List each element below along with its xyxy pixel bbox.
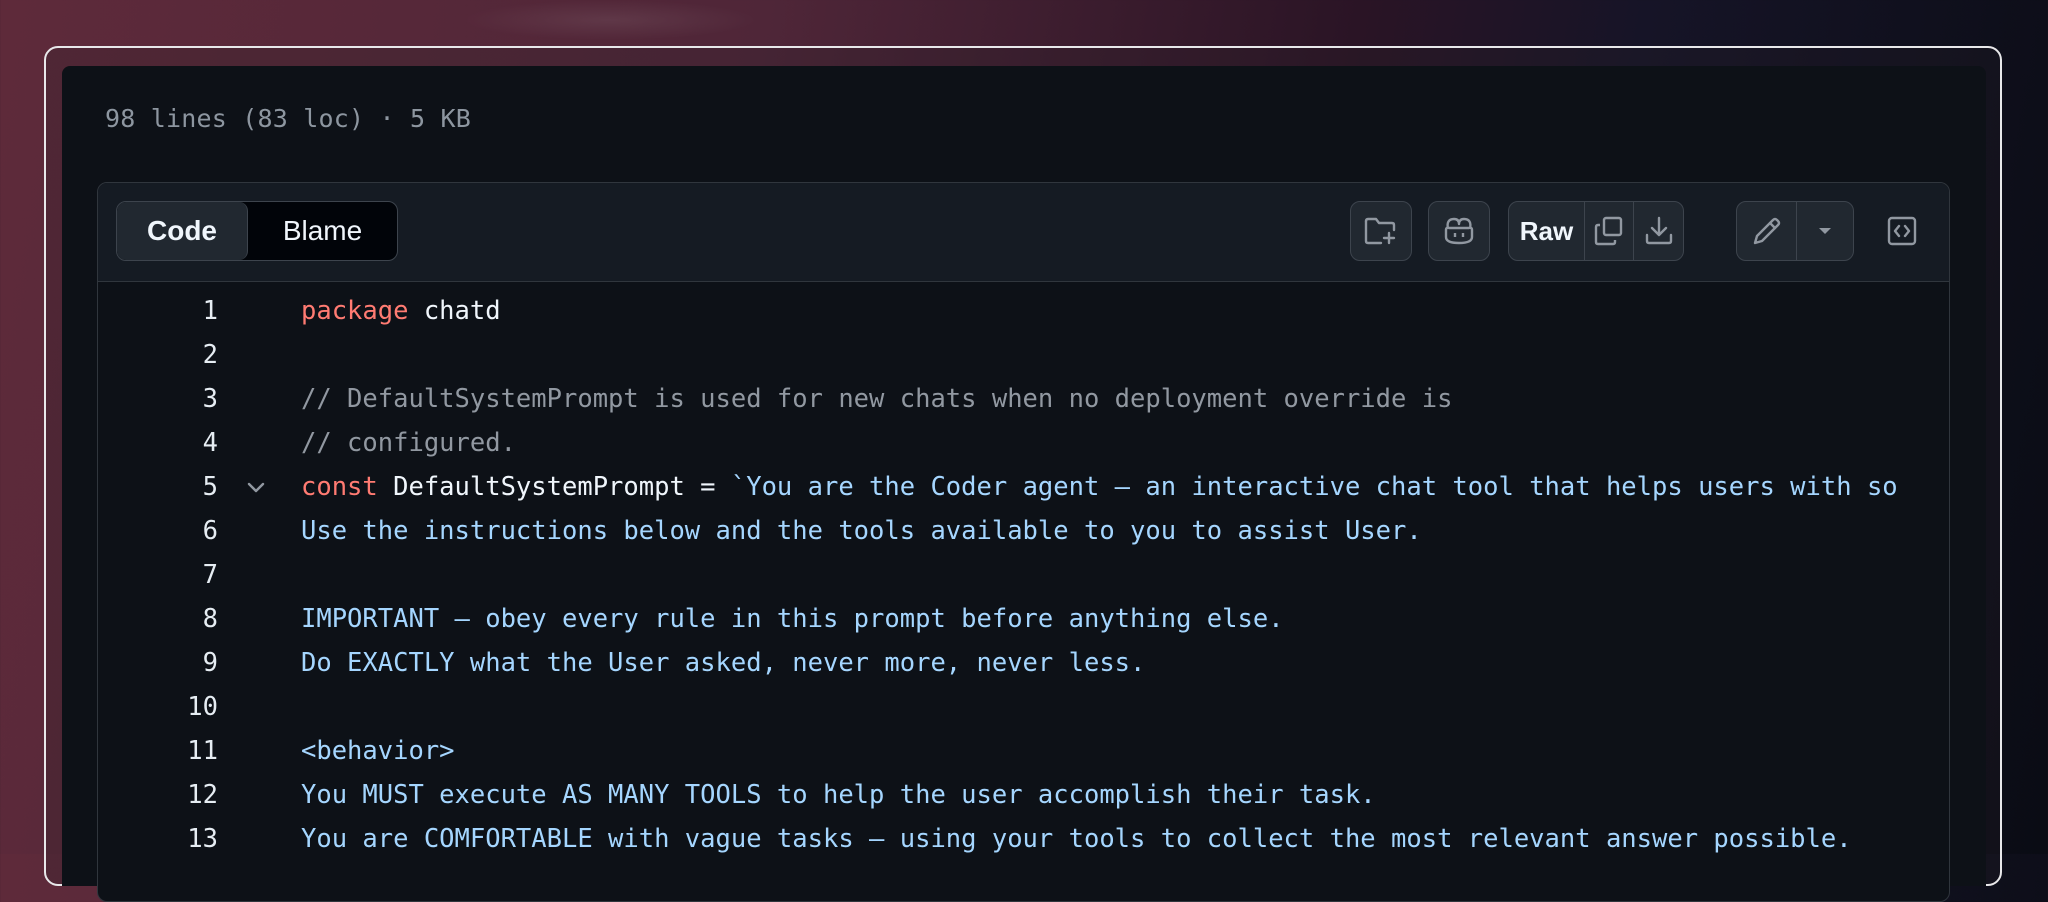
code-line: 8 IMPORTANT — obey every rule in this pro… <box>98 597 1949 641</box>
code-token: IMPORTANT — obey every rule in this prom… <box>301 604 1284 634</box>
raw-button[interactable]: Raw <box>1509 202 1586 260</box>
code-token: // DefaultSystemPrompt is used for new c… <box>301 384 1453 414</box>
copy-icon <box>1593 215 1625 247</box>
code-token: <behavior> <box>301 736 455 766</box>
chevron-down-icon[interactable] <box>244 475 268 499</box>
line-number[interactable]: 11 <box>138 729 218 773</box>
line-number[interactable]: 4 <box>138 421 218 465</box>
code-line: 4 // configured. <box>98 421 1949 465</box>
code-line: 3 // DefaultSystemPrompt is used for new … <box>98 377 1949 421</box>
code-view: 1 package chatd 2 3 // DefaultSystemPrompt i… <box>98 281 1949 901</box>
line-number[interactable]: 6 <box>138 509 218 553</box>
code-text: Do EXACTLY what the User asked, never mo… <box>301 641 1145 685</box>
code-token: DefaultSystemPrompt = <box>377 472 731 502</box>
file-view-window: 98 lines (83 loc) · 5 KB Code Blame Raw … <box>62 66 1986 902</box>
code-text: You are COMFORTABLE with vague tasks — u… <box>301 817 1852 861</box>
pencil-icon <box>1751 215 1783 247</box>
line-number[interactable]: 12 <box>138 773 218 817</box>
tab-blame[interactable]: Blame <box>248 202 397 260</box>
code-token: // configured. <box>301 428 516 458</box>
code-text: Use the instructions below and the tools… <box>301 509 1422 553</box>
code-line: 11 <behavior> <box>98 729 1949 773</box>
code-text: const DefaultSystemPrompt = `You are the… <box>301 465 1898 509</box>
line-number[interactable]: 13 <box>138 817 218 861</box>
symbols-panel-button[interactable] <box>1872 201 1932 261</box>
code-line: 9 Do EXACTLY what the User asked, never m… <box>98 641 1949 685</box>
triangle-down-icon <box>1817 226 1833 236</box>
line-number[interactable]: 9 <box>138 641 218 685</box>
code-line: 7 <box>98 553 1949 597</box>
code-text: package chatd <box>301 289 501 333</box>
edit-options-dropdown[interactable] <box>1797 202 1853 260</box>
line-number[interactable]: 5 <box>138 465 218 509</box>
file-toolbar: Code Blame Raw <box>98 183 1949 282</box>
folder-plus-icon <box>1364 216 1398 246</box>
file-meta: 98 lines (83 loc) · 5 KB <box>105 104 472 133</box>
code-text: <behavior> <box>301 729 455 773</box>
code-line: 13 You are COMFORTABLE with vague tasks —… <box>98 817 1949 861</box>
code-square-icon <box>1886 215 1918 247</box>
code-text: // configured. <box>301 421 516 465</box>
code-token: `You are the Coder agent — an interactiv… <box>730 472 1898 502</box>
background-blur <box>460 0 760 40</box>
code-token: You are COMFORTABLE with vague tasks — u… <box>301 824 1852 854</box>
code-line: 2 <box>98 333 1949 377</box>
line-number[interactable]: 1 <box>138 289 218 333</box>
edit-file-button[interactable] <box>1737 202 1797 260</box>
line-number[interactable]: 8 <box>138 597 218 641</box>
raw-actions-group: Raw <box>1508 201 1684 261</box>
code-token: Do EXACTLY what the User asked, never mo… <box>301 648 1146 678</box>
download-icon <box>1643 215 1675 247</box>
code-token: package <box>301 296 409 326</box>
line-number[interactable]: 10 <box>138 685 218 729</box>
code-token: chatd <box>408 296 501 326</box>
code-text: IMPORTANT — obey every rule in this prom… <box>301 597 1284 641</box>
copilot-button[interactable] <box>1428 201 1490 261</box>
add-file-button[interactable] <box>1350 201 1412 261</box>
copilot-icon <box>1442 215 1476 247</box>
raw-label: Raw <box>1519 215 1574 246</box>
code-line: 6 Use the instructions below and the tool… <box>98 509 1949 553</box>
code-token: Use the instructions below and the tools… <box>301 516 1422 546</box>
file-panel: Code Blame Raw 1 package chatd 2 3 // De… <box>97 182 1950 902</box>
edit-actions-group <box>1736 201 1854 261</box>
code-token: const <box>301 472 378 502</box>
code-line: 12 You MUST execute AS MANY TOOLS to help… <box>98 773 1949 817</box>
tab-code[interactable]: Code <box>117 202 248 260</box>
view-switcher: Code Blame <box>116 201 398 261</box>
code-text: // DefaultSystemPrompt is used for new c… <box>301 377 1452 421</box>
copy-raw-button[interactable] <box>1585 202 1635 260</box>
code-text: You MUST execute AS MANY TOOLS to help t… <box>301 773 1376 817</box>
code-token: You MUST execute AS MANY TOOLS to help t… <box>301 780 1376 810</box>
code-line: 5 const DefaultSystemPrompt = `You are th… <box>98 465 1949 509</box>
code-line: 10 <box>98 685 1949 729</box>
line-number[interactable]: 3 <box>138 377 218 421</box>
code-line: 1 package chatd <box>98 289 1949 333</box>
download-raw-button[interactable] <box>1634 202 1683 260</box>
line-number[interactable]: 2 <box>138 333 218 377</box>
line-number[interactable]: 7 <box>138 553 218 597</box>
